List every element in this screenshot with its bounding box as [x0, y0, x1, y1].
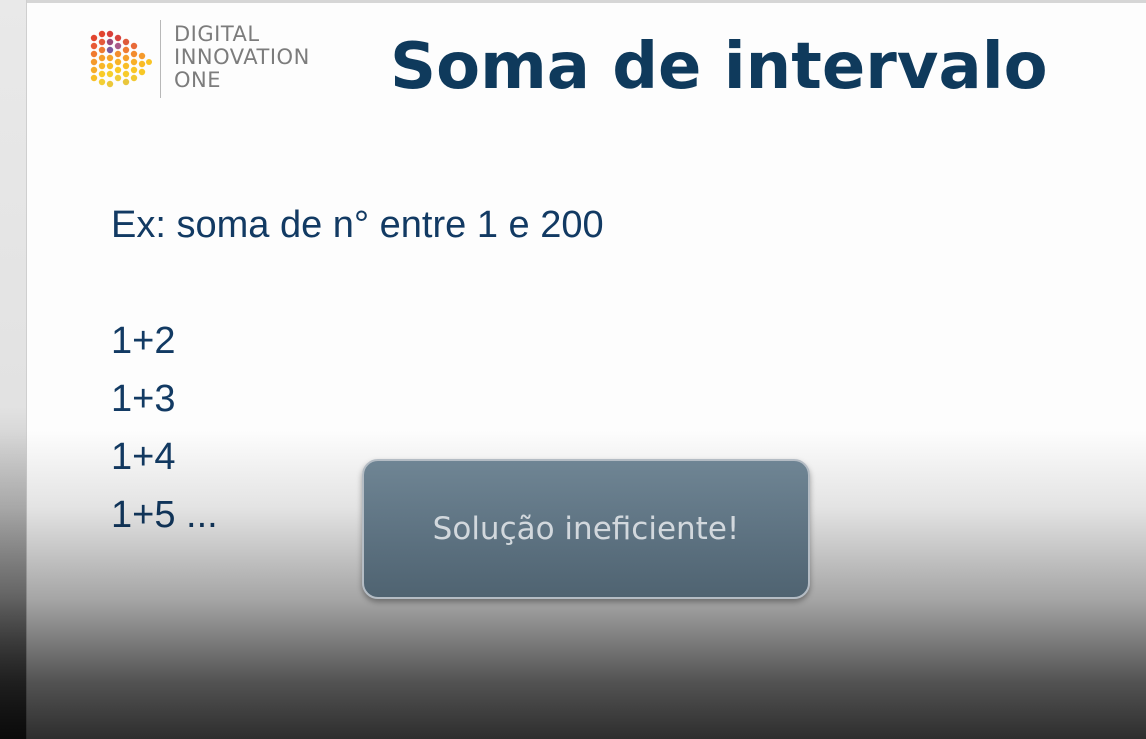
list-item: 1+2 — [111, 320, 176, 362]
digital-innovation-one-logo: DIGITAL INNOVATION ONE — [88, 20, 338, 100]
steps-list: 1+2 1+3 1+4 1+5 ... — [111, 312, 218, 544]
logo-wordmark: DIGITAL INNOVATION ONE — [174, 23, 310, 92]
callout-text: Solução ineficiente! — [432, 511, 740, 547]
left-panel-edge — [0, 0, 27, 739]
example-text: Ex: soma de n° entre 1 e 200 — [111, 204, 604, 246]
list-item: 1+5 ... — [111, 494, 218, 536]
video-frame: DIGITAL INNOVATION ONE Soma de intervalo… — [0, 0, 1146, 739]
logo-dots-icon — [90, 30, 152, 88]
logo-line-1: DIGITAL — [174, 22, 260, 46]
list-item: 1+4 — [111, 436, 176, 478]
slide-title: Soma de intervalo — [390, 30, 1048, 104]
logo-divider — [160, 20, 161, 98]
inefficient-solution-callout: Solução ineficiente! — [362, 459, 810, 599]
logo-line-3: ONE — [174, 68, 222, 92]
logo-line-2: INNOVATION — [174, 45, 310, 69]
list-item: 1+3 — [111, 378, 176, 420]
slide-top-border — [27, 0, 1146, 3]
